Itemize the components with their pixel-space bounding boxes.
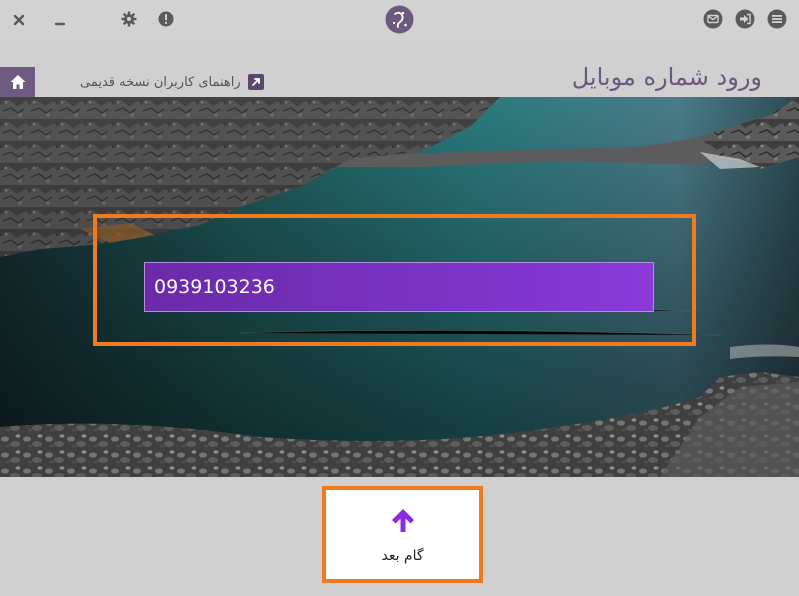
close-icon[interactable]	[10, 11, 28, 29]
mail-icon[interactable]	[702, 8, 724, 30]
arrow-up-icon	[391, 509, 414, 532]
next-step-button[interactable]: گام بعد	[322, 486, 483, 583]
menu-icon[interactable]	[766, 8, 788, 30]
next-step-label: گام بعد	[381, 548, 424, 564]
home-button[interactable]	[0, 67, 35, 97]
gear-icon[interactable]	[119, 9, 139, 29]
guide-link-label: راهنمای کاربران نسخه قدیمی	[80, 74, 241, 90]
mobile-number-input[interactable]	[144, 262, 654, 312]
login-icon[interactable]	[734, 8, 756, 30]
info-icon[interactable]	[156, 9, 176, 29]
title-bar	[0, 0, 799, 40]
app-logo-icon	[385, 5, 414, 34]
old-version-guide-link[interactable]: راهنمای کاربران نسخه قدیمی	[80, 71, 264, 93]
minimize-icon[interactable]	[51, 11, 69, 29]
home-icon	[10, 75, 25, 89]
page-title: ورود شماره موبایل	[571, 63, 762, 91]
external-link-icon	[247, 74, 264, 90]
